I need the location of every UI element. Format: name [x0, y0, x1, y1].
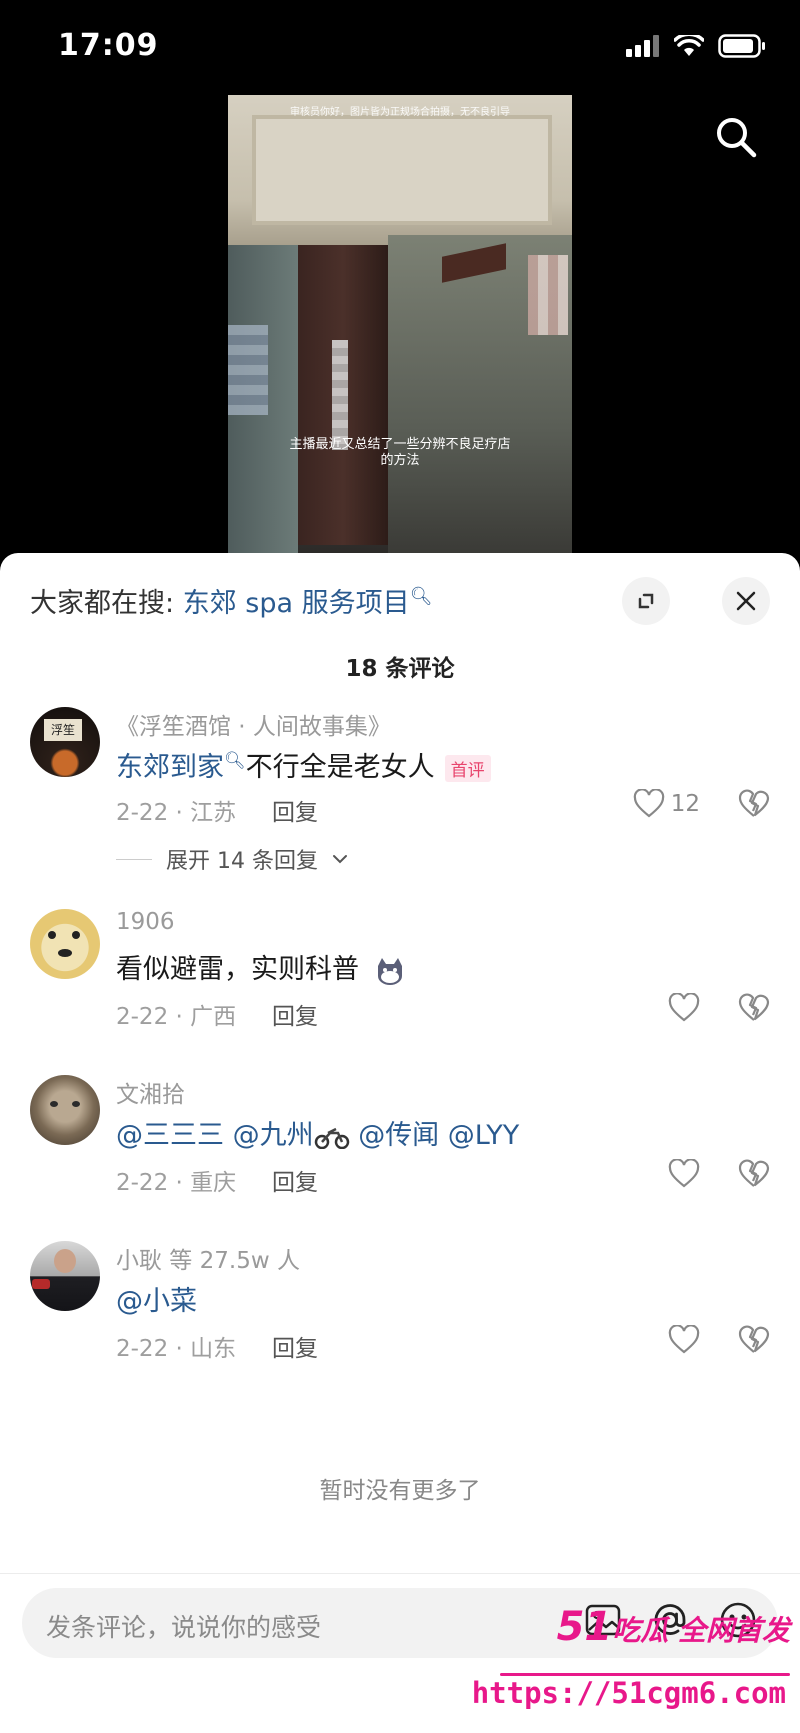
- no-more-text: 暂时没有更多了: [319, 1478, 481, 1504]
- wifi-icon: [674, 35, 704, 56]
- like-button[interactable]: [668, 993, 700, 1023]
- reply-button[interactable]: 回复: [272, 793, 318, 827]
- comment-username[interactable]: 文湘拾: [116, 1075, 185, 1109]
- comment-username[interactable]: 小耿 等 27.5w 人: [116, 1241, 300, 1275]
- broken-heart-icon: [738, 1325, 770, 1353]
- video-area[interactable]: 审核员你好，图片皆为正规场合拍摄，无不良引导 主播最近又总结了一些分辨不良足疗店…: [0, 95, 800, 555]
- chevron-down-icon: [332, 855, 347, 864]
- comment-count: 18 条评论: [345, 656, 455, 682]
- heart-icon: [668, 993, 700, 1022]
- video-caption-line2: 的方法: [380, 453, 420, 468]
- comment-mention[interactable]: @九州: [233, 1120, 314, 1151]
- comment-username[interactable]: 《浮笙酒馆 · 人间故事集》: [116, 707, 391, 741]
- battery-icon: [718, 34, 765, 58]
- divider-line: [116, 858, 152, 860]
- input-divider: [0, 1573, 800, 1574]
- search-icon: [717, 118, 757, 158]
- reply-button[interactable]: 回复: [272, 997, 318, 1031]
- hot-search-prefix: 大家都在搜:: [30, 588, 183, 619]
- comment-mention[interactable]: @三三三: [116, 1120, 224, 1151]
- comment-panel: 大家都在搜: 东郊 spa 服务项目🔍︎ 18 条评论 浮笙 《浮笙酒馆 · 人…: [0, 553, 800, 1733]
- video-top-text: 审核员你好，图片皆为正规场合拍摄，无不良引导: [290, 107, 510, 118]
- like-button[interactable]: 12: [633, 789, 700, 819]
- comment-input-placeholder: 发条评论，说说你的感受: [46, 1613, 322, 1642]
- expand-replies-label: 展开 14 条回复: [166, 849, 318, 874]
- comment-text: @三三三 @九州 @传闻 @LYY: [116, 1113, 519, 1152]
- avatar[interactable]: [30, 909, 100, 979]
- signal-icon: [626, 35, 659, 57]
- comment-mention[interactable]: 东郊到家: [116, 752, 224, 783]
- search-button[interactable]: [712, 113, 760, 161]
- status-time: 17:09: [58, 28, 159, 63]
- video-mosaic: [332, 340, 348, 450]
- heart-icon: [668, 1325, 700, 1354]
- first-comment-badge: 首评: [444, 755, 491, 782]
- heart-icon: [668, 1159, 700, 1188]
- avatar[interactable]: [30, 1075, 100, 1145]
- comment-meta: 2-22 · 广西: [116, 1004, 237, 1030]
- close-panel-button[interactable]: [722, 577, 770, 625]
- expand-panel-button[interactable]: [622, 577, 670, 625]
- watermark-number: 51: [556, 1604, 613, 1650]
- comment-text: 东郊到家🔍︎不行全是老女人 首评: [116, 745, 491, 784]
- comment-mention[interactable]: @小菜: [116, 1286, 197, 1317]
- search-small-icon: 🔍︎: [224, 751, 246, 771]
- watermark-url: https://51cgm6.com: [471, 1676, 786, 1710]
- like-count: 12: [670, 791, 700, 817]
- video-mosaic-left: [228, 325, 268, 415]
- video-mosaic-right: [528, 255, 568, 335]
- motorcycle-icon: [314, 1125, 350, 1149]
- watermark-text: 吃瓜 全网首发: [612, 1614, 790, 1647]
- comment-mention[interactable]: @LYY: [448, 1120, 519, 1151]
- reply-button[interactable]: 回复: [272, 1329, 318, 1363]
- comment-body: 看似避雷，实则科普: [116, 954, 359, 985]
- close-icon: [736, 591, 756, 611]
- expand-icon: [638, 593, 654, 609]
- emoji-icon: [374, 956, 406, 986]
- dislike-button[interactable]: [738, 1159, 770, 1193]
- comment-meta: 2-22 · 重庆: [116, 1170, 237, 1196]
- video-frame[interactable]: 审核员你好，图片皆为正规场合拍摄，无不良引导 主播最近又总结了一些分辨不良足疗店…: [228, 95, 572, 555]
- hot-search-query[interactable]: 东郊 spa 服务项目: [183, 588, 410, 619]
- search-small-icon: 🔍︎: [409, 586, 433, 607]
- broken-heart-icon: [738, 1159, 770, 1187]
- comment-username[interactable]: 1906: [116, 909, 175, 935]
- video-caption-line1: 主播最近又总结了一些分辨不良足疗店: [289, 437, 511, 452]
- dislike-button[interactable]: [738, 1325, 770, 1359]
- avatar[interactable]: 浮笙: [30, 707, 100, 777]
- comment-meta: 2-22 · 山东: [116, 1336, 237, 1362]
- heart-icon: [633, 789, 664, 818]
- video-caption: 主播最近又总结了一些分辨不良足疗店 的方法: [228, 437, 572, 469]
- expand-replies-button[interactable]: 展开 14 条回复: [116, 843, 348, 875]
- comment-body: 不行全是老女人: [245, 752, 435, 783]
- hot-search[interactable]: 大家都在搜: 东郊 spa 服务项目🔍︎: [30, 581, 432, 620]
- avatar[interactable]: [30, 1241, 100, 1311]
- comment-mention[interactable]: @传闻: [358, 1120, 439, 1151]
- dislike-button[interactable]: [738, 789, 770, 823]
- status-bar: 17:09: [0, 0, 800, 95]
- status-icons: [626, 34, 766, 58]
- watermark-line1: 51吃瓜 全网首发: [557, 1604, 790, 1650]
- comment-meta: 2-22 · 江苏: [116, 800, 237, 826]
- like-button[interactable]: [668, 1159, 700, 1189]
- dislike-button[interactable]: [738, 993, 770, 1027]
- broken-heart-icon: [738, 789, 770, 817]
- reply-button[interactable]: 回复: [272, 1163, 318, 1197]
- broken-heart-icon: [738, 993, 770, 1021]
- comment-text: 看似避雷，实则科普: [116, 947, 406, 986]
- comment-text: @小菜: [116, 1279, 197, 1318]
- like-button[interactable]: [668, 1325, 700, 1355]
